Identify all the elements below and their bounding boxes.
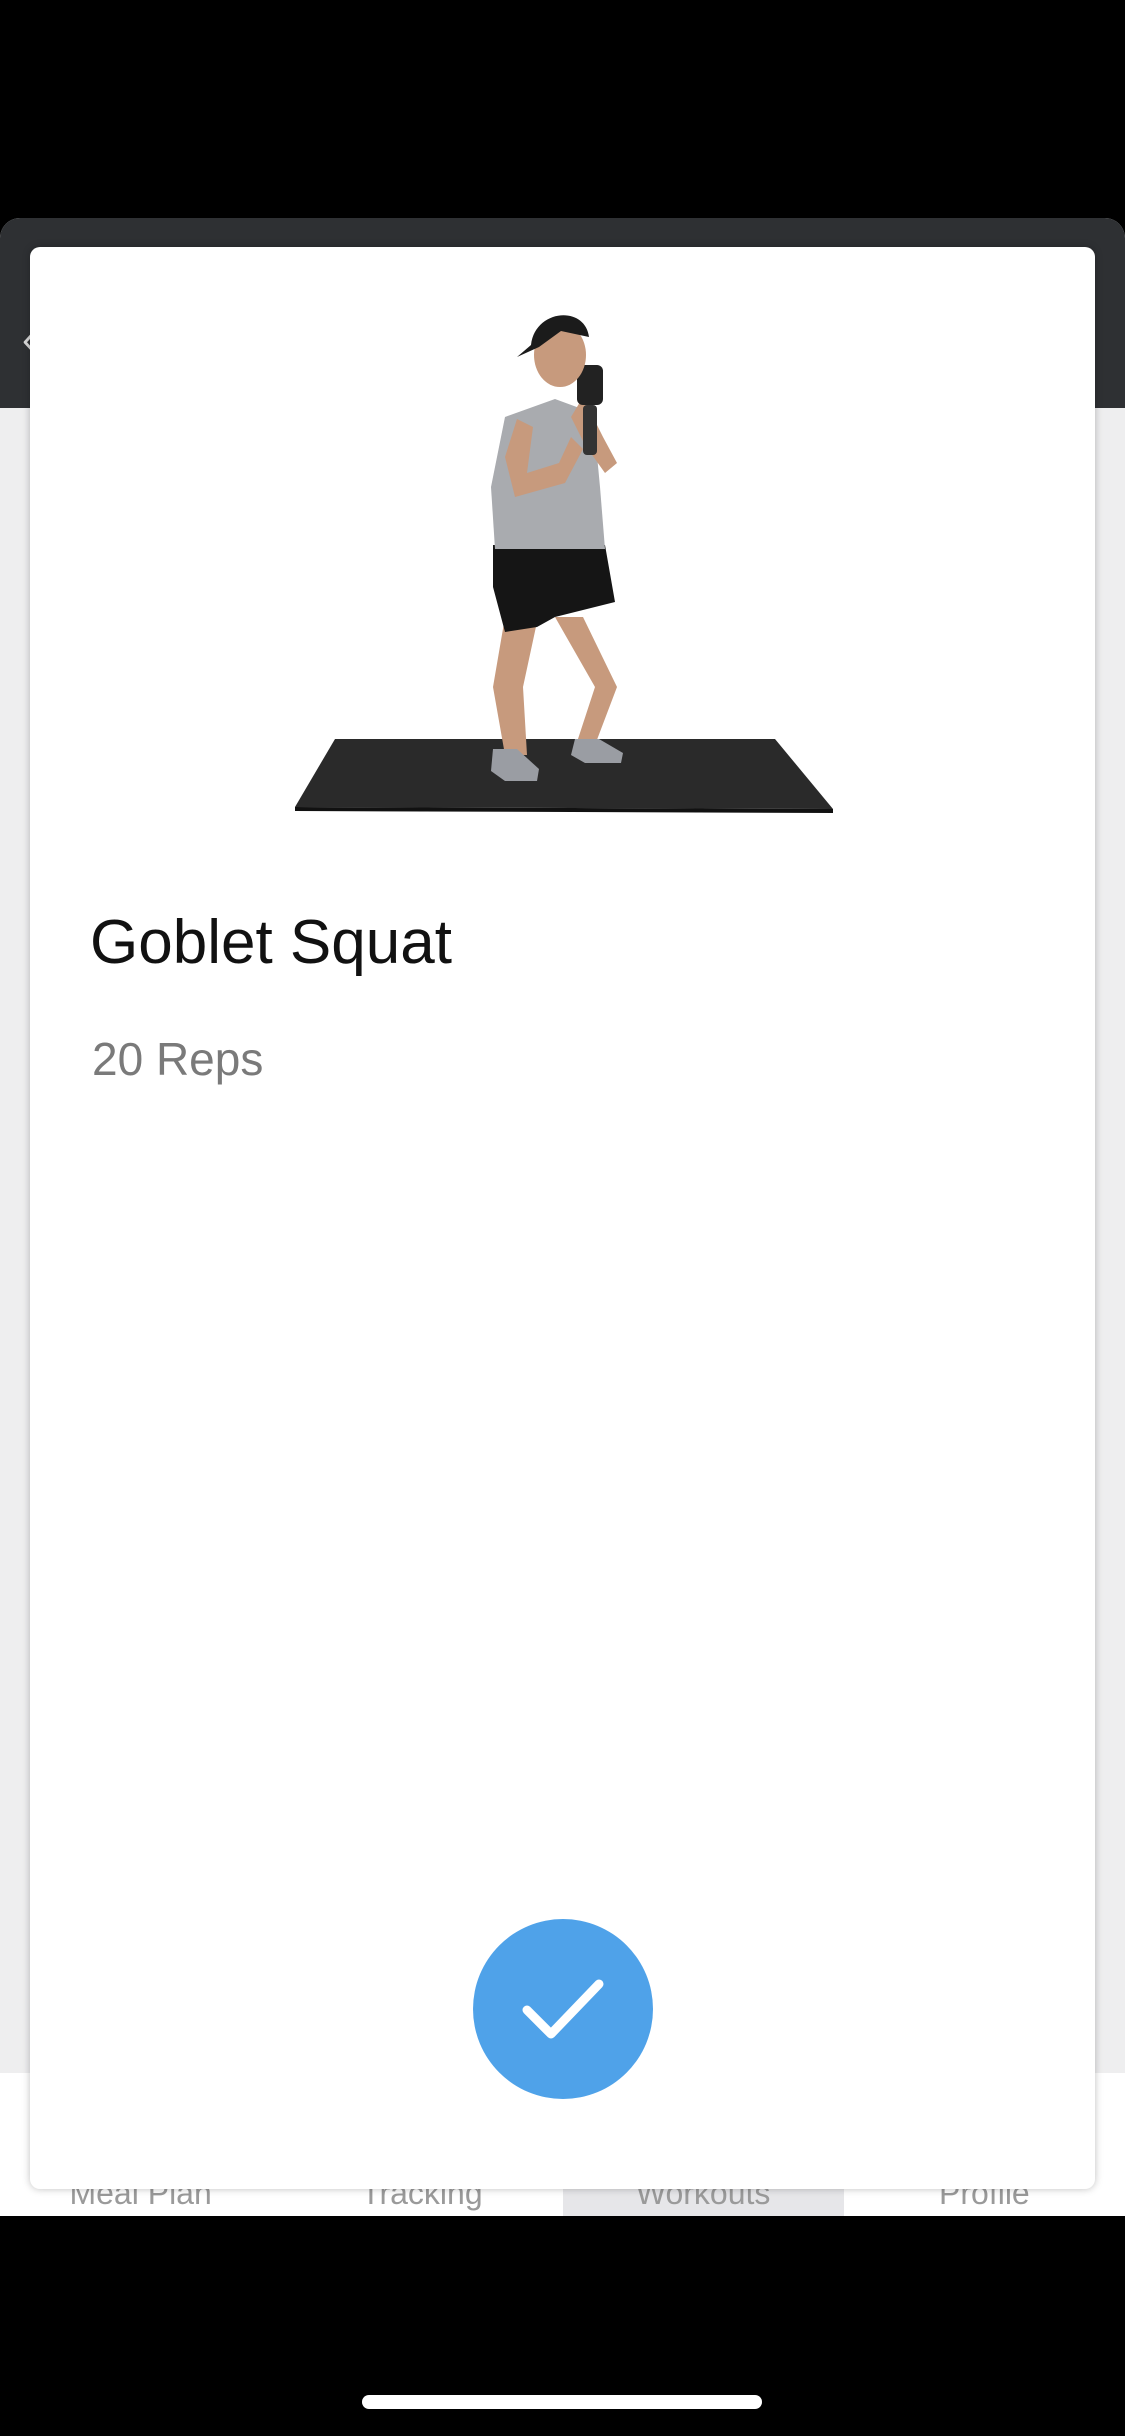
complete-exercise-button[interactable] (473, 1919, 653, 2099)
checkmark-icon (522, 1979, 604, 2039)
exercise-title: Goblet Squat (90, 908, 452, 977)
exercise-reps: 20 Reps (92, 1033, 264, 1085)
home-indicator[interactable] (362, 2395, 762, 2409)
exercise-modal: Goblet Squat 20 Reps (30, 247, 1095, 2189)
exercise-demo-figure (294, 315, 834, 813)
